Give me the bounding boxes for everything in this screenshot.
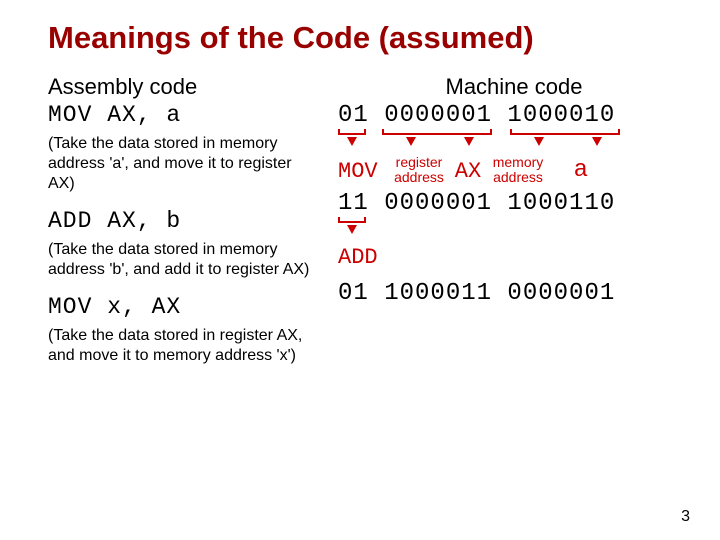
asm-line-1: ADD AX, b: [48, 208, 338, 234]
asm-desc-0: (Take the data stored in memory address …: [48, 134, 338, 194]
arrow-down-icon: [534, 137, 544, 146]
arrow-down-icon: [347, 225, 357, 234]
assembly-header: Assembly code: [48, 74, 338, 100]
annot-reg-addr: registeraddress: [390, 155, 448, 184]
mc-block-1: 11 0000001 1000110: [338, 190, 690, 217]
content-columns: Assembly code MOV AX, a (Take the data s…: [0, 74, 720, 380]
annot-ax: AX: [448, 159, 488, 184]
arrow-down-icon: [406, 137, 416, 146]
arrow-down-icon: [347, 137, 357, 146]
asm-line-2: MOV x, AX: [48, 294, 338, 320]
mc-bits-1: 11 0000001 1000110: [338, 190, 690, 217]
page-number: 3: [681, 508, 690, 526]
left-column: Assembly code MOV AX, a (Take the data s…: [48, 74, 338, 380]
right-column: Machine code 01 0000001 1000010 MOV regi…: [338, 74, 690, 380]
slide-title: Meanings of the Code (assumed): [0, 0, 720, 74]
annot-add: ADD: [338, 245, 690, 270]
asm-desc-1: (Take the data stored in memory address …: [48, 240, 338, 280]
mc-bits-2: 01 1000011 0000001: [338, 280, 690, 307]
annot-mem-addr: memoryaddress: [488, 155, 548, 184]
asm-line-0: MOV AX, a: [48, 102, 338, 128]
mc-bits-0: 01 0000001 1000010: [338, 102, 690, 129]
machine-header: Machine code: [338, 74, 690, 100]
arrow-down-icon: [464, 137, 474, 146]
annot-op: MOV: [338, 159, 390, 184]
mc0-annotation: MOV registeraddress AX memoryaddress a: [338, 155, 690, 184]
annot-a: a: [548, 157, 588, 184]
mc-block-2: 01 1000011 0000001: [338, 280, 690, 307]
arrow-down-icon: [592, 137, 602, 146]
mc-block-0: 01 0000001 1000010: [338, 102, 690, 129]
asm-desc-2: (Take the data stored in register AX, an…: [48, 326, 338, 366]
